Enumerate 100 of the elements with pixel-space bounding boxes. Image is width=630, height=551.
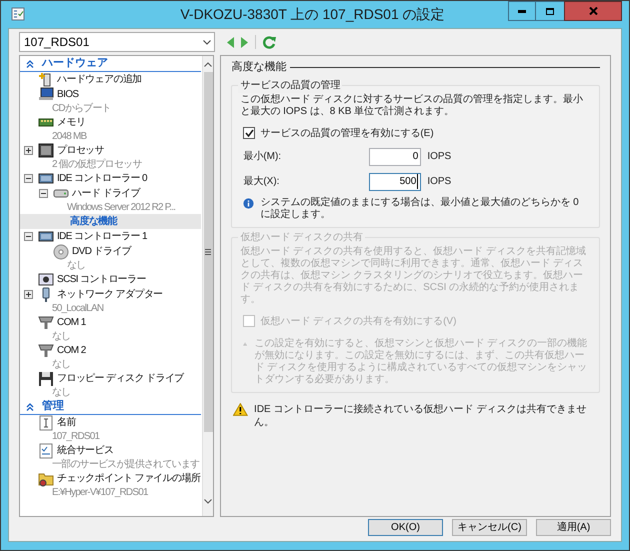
info-icon [243, 196, 254, 210]
group-title: サービスの品質の管理 [238, 78, 342, 92]
maximize-button[interactable] [536, 1, 564, 21]
tree-item[interactable]: プロセッサ 2 個の仮想プロセッサ [20, 143, 201, 171]
folder-icon [38, 470, 54, 486]
item-label: 高度な機能 [70, 214, 118, 228]
serial-port-icon [38, 342, 54, 358]
expand-icon[interactable] [24, 146, 33, 155]
scrollbar-thumb[interactable] [204, 72, 213, 432]
item-label: ネットワーク アダプター [57, 288, 163, 302]
vm-dropdown[interactable]: 107_RDS01 [19, 32, 215, 52]
section-header[interactable]: ハードウェア [42, 56, 108, 72]
tree-item[interactable]: SCSI コントローラー [20, 272, 201, 287]
collapse-icon[interactable] [39, 189, 48, 198]
item-detail: なし [52, 386, 70, 399]
item-detail: 一部のサービスが提供されています [52, 458, 200, 471]
unit-label: IOPS [427, 150, 452, 164]
scsi-controller-icon [38, 272, 54, 288]
field-label: 最小(M): [243, 150, 282, 164]
item-label: ハードウェアの追加 [57, 72, 142, 86]
field-label: 最大(X): [243, 174, 280, 189]
window-title: V-DKOZU-3830T 上の 107_RDS01 の設定 [179, 5, 446, 24]
controller-icon [38, 228, 54, 244]
tree-item[interactable]: COM 2 なし [20, 343, 201, 371]
checklist-icon [38, 442, 54, 458]
section-heading: 高度な機能 [231, 60, 286, 75]
tree-item[interactable]: COM 1 なし [20, 315, 201, 343]
tree-item[interactable]: IDE コントローラー 1 [20, 229, 201, 244]
collapse-section-icon[interactable] [26, 402, 34, 410]
dialog-button[interactable]: キャンセル(C) [452, 519, 527, 536]
tree-item[interactable]: 名前 107_RDS01 [20, 415, 201, 443]
minimize-button[interactable] [508, 1, 536, 21]
item-label: フロッピー ディスク ドライブ [57, 372, 184, 386]
item-label: メモリ [57, 116, 86, 130]
collapse-icon[interactable] [24, 174, 33, 183]
item-label: チェックポイント ファイルの場所 [57, 472, 200, 486]
item-detail: なし [67, 259, 86, 272]
dialog-button[interactable]: OK(O) [368, 519, 443, 536]
dropdown-value: 107_RDS01 [24, 34, 90, 51]
number-field[interactable]: 500 [369, 172, 422, 190]
info-text: システムの既定値のままにする場合は、最小値と最大値のどちらかを 0 に設定します。 [260, 196, 580, 220]
item-label: 名前 [57, 416, 76, 430]
tree-item[interactable]: 統合サービス 一部のサービスが提供されています [20, 443, 201, 471]
tree-item[interactable]: DVD ドライブ なし [20, 244, 201, 272]
item-label: IDE コントローラー 0 [57, 172, 147, 186]
disc-icon [53, 244, 69, 260]
item-detail: 2048 MB [52, 130, 86, 143]
scrollbar[interactable] [202, 56, 214, 516]
serial-port-icon [38, 314, 54, 330]
item-detail: 50_LocalLAN [52, 302, 104, 315]
text-cursor-icon [38, 414, 54, 430]
note-text: IDE コントローラーに接続されている仮想ハード ディスクは共有できません。 [254, 402, 588, 428]
grip-icon [205, 249, 212, 255]
description-text: 仮想ハード ディスクの共有を使用すると、仮想ハード ディスクを共有記憶域として、複数の仮想マシンで同時に利用できます。通常、仮想ハード ディスクの共有は、仮想マシン クラスタリングのシナリオで役立ちます。仮想ハード ディスクの共有を有効にするために、SCSI の永続的な予約が使用されます。 [240, 246, 587, 306]
tree-item[interactable]: ハード ドライブ Windows Server 2012 R2 P... [20, 186, 201, 214]
dialog-button[interactable]: 適用(A) [536, 519, 611, 536]
tree-item[interactable]: ハードウェアの追加 [20, 72, 201, 87]
settings-window-icon [11, 7, 25, 21]
item-detail: 107_RDS01 [52, 430, 100, 443]
checkbox[interactable] [243, 127, 256, 139]
item-detail: CDからブート [52, 102, 111, 115]
item-label: SCSI コントローラー [57, 272, 146, 286]
item-label: COM 1 [57, 316, 86, 330]
tree-item[interactable]: メモリ 2048 MB [20, 115, 201, 143]
refresh-icon[interactable] [263, 36, 276, 48]
collapse-icon[interactable] [24, 232, 33, 241]
tree-item[interactable]: IDE コントローラー 0 [20, 171, 201, 186]
checkmark-icon [244, 129, 254, 137]
item-detail: なし [52, 330, 70, 343]
description-text: この仮想ハード ディスクに対するサービスの品質の管理を指定します。最小と最大の IOPS は、8 KB 単位で計測されます。 [240, 94, 584, 118]
item-label: ハード ドライブ [72, 186, 140, 200]
collapse-section-icon[interactable] [26, 60, 34, 68]
group-title: 仮想ハード ディスクの共有 [238, 230, 366, 244]
tree-item[interactable]: BIOS CDからブート [20, 87, 201, 115]
close-button[interactable] [564, 1, 622, 21]
tree-item[interactable]: ネットワーク アダプター 50_LocalLAN [20, 287, 201, 315]
warning-icon [233, 402, 248, 416]
item-detail: Windows Server 2012 R2 P... [67, 201, 176, 214]
chevron-down-icon[interactable] [204, 499, 212, 504]
number-field[interactable]: 0 [369, 148, 422, 166]
tree-item[interactable]: フロッピー ディスク ドライブ なし [20, 371, 201, 399]
item-label: DVD ドライブ [72, 244, 132, 258]
item-detail: なし [52, 358, 70, 371]
chevron-up-icon[interactable] [204, 62, 212, 67]
item-label: COM 2 [57, 344, 86, 358]
expand-icon[interactable] [24, 290, 33, 299]
controller-icon [38, 170, 54, 186]
chevron-down-icon [203, 40, 211, 44]
close-icon [588, 7, 598, 15]
section-header[interactable]: 管理 [42, 398, 64, 415]
item-label: 統合サービス [57, 444, 114, 458]
tree-item[interactable]: チェックポイント ファイルの場所 E:¥Hyper-V¥107_RDS01 [20, 471, 201, 499]
item-detail: E:¥Hyper-V¥107_RDS01 [52, 486, 148, 499]
checkbox-label[interactable]: サービスの品質の管理を有効にする(E) [260, 126, 434, 140]
computer-icon [38, 86, 54, 102]
chip-icon [38, 142, 54, 158]
item-label: プロセッサ [57, 144, 104, 158]
tree-item-selected[interactable]: 高度な機能 [20, 214, 201, 229]
item-label: BIOS [57, 88, 78, 102]
item-label: IDE コントローラー 1 [57, 230, 147, 244]
